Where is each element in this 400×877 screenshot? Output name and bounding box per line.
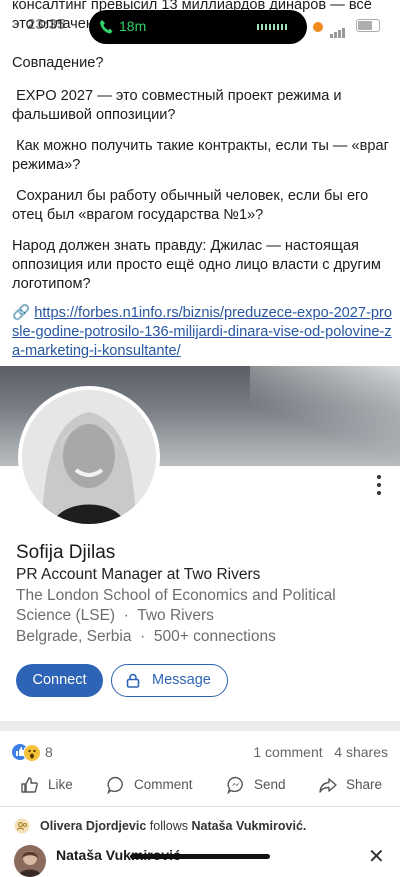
comment-icon xyxy=(107,776,123,795)
profile-headline: PR Account Manager at Two Rivers xyxy=(16,566,261,583)
post-paragraph: Народ должен знать правду: Джилас — наст… xyxy=(12,238,381,292)
profile-location-line: Belgrade, Serbia · 500+ connections xyxy=(16,628,276,646)
profile-name[interactable]: Sofija Djilas xyxy=(16,542,115,564)
post-actions-bar: Like Comment Send Share xyxy=(0,773,400,797)
battery-icon xyxy=(356,19,380,32)
card-separator xyxy=(0,721,400,731)
avatar-photo xyxy=(22,390,156,524)
comment-button[interactable]: Comment xyxy=(106,773,196,797)
profile-connections: 500+ connections xyxy=(153,628,276,645)
dynamic-island-call[interactable]: 18m xyxy=(89,10,307,44)
meta-separator: · xyxy=(140,628,146,645)
status-bar: 23:35 18m xyxy=(0,0,400,54)
post-paragraph: Как можно получить такие контракты, если… xyxy=(12,138,394,173)
messenger-icon xyxy=(227,776,243,795)
thumbs-up-icon xyxy=(21,777,38,793)
message-button-label: Message xyxy=(152,672,211,688)
activity-target[interactable]: Nataša Vukmirović. xyxy=(192,819,307,833)
reaction-count: 8 xyxy=(45,744,53,760)
connect-button[interactable]: Connect xyxy=(16,664,103,697)
like-label: Like xyxy=(48,777,73,792)
profile-location: Belgrade, Serbia xyxy=(16,628,132,645)
follow-icon xyxy=(14,818,30,834)
comment-label: Comment xyxy=(134,777,193,792)
share-button[interactable]: Share xyxy=(318,773,388,797)
share-label: Share xyxy=(346,777,383,792)
signal-icon xyxy=(330,20,346,38)
call-duration: 18m xyxy=(119,18,147,34)
wow-reaction-icon xyxy=(23,744,41,762)
message-button[interactable]: Message xyxy=(111,664,228,697)
post-body: Совпадение? EXPO 2027 — это совместный п… xyxy=(12,54,390,294)
share-icon xyxy=(319,778,337,793)
more-options-icon[interactable] xyxy=(376,475,382,499)
close-icon[interactable]: ✕ xyxy=(368,844,385,869)
engagement-stats: 1 comment 4 shares xyxy=(253,744,388,760)
avatar[interactable] xyxy=(18,386,160,528)
profile-education-line: The London School of Economics and Polit… xyxy=(16,586,386,626)
activity-actor[interactable]: Olivera Djordjevic xyxy=(40,819,146,833)
home-indicator[interactable] xyxy=(130,854,270,859)
post-paragraph: Совпадение? xyxy=(12,55,104,71)
like-button[interactable]: Like xyxy=(20,773,80,797)
send-button[interactable]: Send xyxy=(226,773,296,797)
post-link[interactable]: 🔗 https://forbes.n1info.rs/biznis/preduz… xyxy=(12,304,392,361)
post-link-url[interactable]: https://forbes.n1info.rs/biznis/preduzec… xyxy=(12,305,392,359)
profile-card[interactable]: Sofija Djilas PR Account Manager at Two … xyxy=(0,366,400,721)
avatar[interactable] xyxy=(14,845,46,877)
status-time: 23:35 xyxy=(27,16,66,33)
activity-verb: follows xyxy=(149,819,189,833)
link-icon: 🔗 xyxy=(12,305,31,321)
audio-wave-icon xyxy=(257,24,289,30)
phone-icon xyxy=(100,20,113,34)
divider xyxy=(0,806,400,807)
recording-dot-icon xyxy=(313,22,323,32)
profile-company: Two Rivers xyxy=(137,607,214,624)
post-paragraph: Сохранил бы работу обычный человек, если… xyxy=(12,188,373,223)
post-paragraph: EXPO 2027 — это совместный проект режима… xyxy=(12,88,346,123)
lock-icon xyxy=(126,673,140,688)
comments-count[interactable]: 1 comment xyxy=(253,744,322,760)
meta-separator: · xyxy=(123,607,129,624)
shares-count[interactable]: 4 shares xyxy=(334,744,388,760)
send-label: Send xyxy=(254,777,286,792)
